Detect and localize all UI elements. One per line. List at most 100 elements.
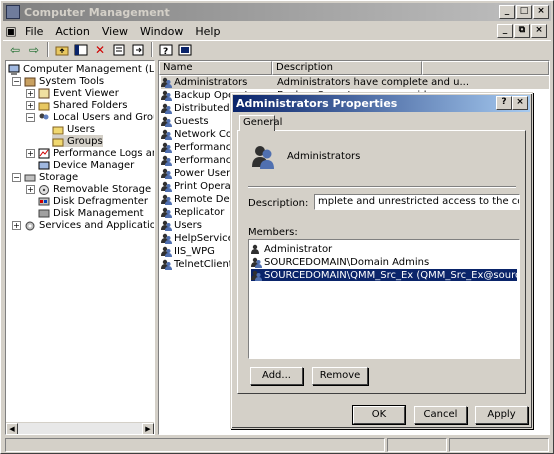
menu-help[interactable]: Help	[189, 25, 226, 38]
maximize-button[interactable]: □	[516, 5, 532, 19]
row-name: Guests	[174, 116, 209, 127]
dialog-help-button[interactable]: ?	[496, 96, 512, 110]
expand-toggle[interactable]: +	[26, 88, 35, 98]
dialog-close-button[interactable]: ×	[512, 96, 528, 110]
dialog-title-bar[interactable]: Administrators Properties ? ×	[233, 95, 530, 112]
tree-item-users[interactable]: Users	[52, 123, 95, 135]
row-name: Users	[174, 220, 203, 231]
tree-item-root[interactable]: Computer Management (Local)	[8, 63, 154, 75]
storage-icon	[24, 172, 36, 183]
computer-icon	[8, 64, 20, 75]
description-field[interactable]: mplete and unrestricted access to the co…	[314, 194, 520, 210]
group-icon	[161, 129, 172, 140]
show-hide-tree-icon[interactable]	[73, 42, 89, 57]
tree-item-disk-defrag[interactable]: Disk Defragmenter	[38, 195, 148, 207]
description-label: Description:	[248, 198, 309, 209]
members-list[interactable]: Administrator SOURCEDOMAIN\Domain Admins S…	[248, 239, 520, 359]
users-groups-icon	[38, 112, 50, 123]
tree-item-services-apps[interactable]: + Services and Applications	[12, 219, 155, 231]
close-button[interactable]: ×	[533, 5, 549, 19]
toolbar: ⇦ ⇨ ✕ ?	[3, 40, 551, 58]
help-icon[interactable]: ?	[158, 42, 174, 57]
app-menu-icon[interactable]: ▣	[3, 24, 19, 39]
member-item[interactable]: SOURCEDOMAIN\Domain Admins	[251, 256, 517, 268]
ok-button[interactable]: OK	[352, 405, 406, 425]
tree-item-system-tools[interactable]: − System Tools	[12, 75, 104, 87]
collapse-toggle[interactable]: −	[12, 172, 21, 182]
shared-folder-icon	[38, 100, 50, 111]
expand-toggle[interactable]: +	[26, 148, 35, 158]
tree-item-storage[interactable]: − Storage	[12, 171, 78, 183]
mdi-restore-button[interactable]: ⧉	[514, 24, 530, 38]
column-header-description[interactable]: Description	[272, 61, 422, 75]
add-button[interactable]: Add...	[250, 367, 303, 385]
tree-item-label: System Tools	[39, 75, 105, 87]
tree-item-label: Device Manager	[53, 159, 135, 171]
properties-icon[interactable]	[111, 42, 127, 57]
collapse-toggle[interactable]: −	[12, 76, 21, 86]
group-icon	[161, 168, 172, 179]
event-viewer-icon	[38, 88, 50, 99]
cancel-button[interactable]: Cancel	[414, 406, 467, 424]
tree-item-label: Groups	[67, 135, 103, 147]
delete-icon[interactable]: ✕	[92, 42, 108, 57]
main-title-bar[interactable]: Computer Management _ □ ×	[3, 3, 551, 21]
group-icon	[161, 90, 172, 101]
tree-item-local-users-groups[interactable]: − Local Users and Groups	[26, 111, 154, 123]
row-name: TelnetClients	[174, 259, 238, 270]
tree-horizontal-scrollbar[interactable]: ◀ ▶	[6, 422, 154, 434]
folder-icon	[52, 136, 64, 147]
tree-item-groups[interactable]: Groups	[52, 135, 103, 147]
general-tab-panel: Administrators Description: mplete and u…	[237, 130, 526, 394]
forward-arrow-icon[interactable]: ⇨	[26, 42, 42, 57]
group-icon	[161, 194, 172, 205]
folder-icon	[52, 124, 64, 135]
up-folder-icon[interactable]	[54, 42, 70, 57]
tree-item-shared-folders[interactable]: + Shared Folders	[26, 99, 128, 111]
tab-general[interactable]: General	[239, 115, 282, 131]
disk-management-icon	[38, 208, 50, 219]
row-name: Power Users	[174, 168, 236, 179]
tree-item-perf-logs[interactable]: + Performance Logs and Alerts	[26, 147, 154, 159]
member-item[interactable]: SOURCEDOMAIN\QMM_Src_Ex (QMM_Src_Ex@sour…	[251, 269, 517, 281]
table-row[interactable]: Administrators Administrators have comple…	[161, 76, 549, 89]
expand-toggle[interactable]: +	[26, 100, 35, 110]
collapse-toggle[interactable]: −	[26, 112, 35, 122]
window-title: Computer Management	[24, 5, 170, 19]
row-name: Administrators	[174, 77, 248, 88]
menu-bar: ▣ File Action View Window Help _ ⧉ ×	[3, 22, 551, 40]
tree-item-label: Shared Folders	[53, 99, 128, 111]
back-arrow-icon[interactable]: ⇦	[7, 42, 23, 57]
member-item[interactable]: Administrator	[251, 243, 517, 255]
tree-item-label: Services and Applications	[39, 219, 155, 231]
tree-item-disk-management[interactable]: Disk Management	[38, 207, 144, 219]
menu-view[interactable]: View	[96, 25, 134, 38]
console-icon[interactable]	[177, 42, 193, 57]
minimize-button[interactable]: _	[499, 5, 515, 19]
tree-item-device-manager[interactable]: Device Manager	[38, 159, 134, 171]
tree-item-removable-storage[interactable]: + Removable Storage	[26, 183, 151, 195]
remove-button[interactable]: Remove	[312, 367, 368, 385]
scroll-right-arrow-icon[interactable]: ▶	[142, 423, 154, 434]
apply-button[interactable]: Apply	[475, 406, 528, 424]
group-icon	[161, 207, 172, 218]
tree-item-label: Removable Storage	[53, 183, 152, 195]
column-header-name[interactable]: Name	[159, 61, 272, 75]
scroll-left-arrow-icon[interactable]: ◀	[6, 423, 18, 434]
menu-action[interactable]: Action	[49, 25, 95, 38]
export-list-icon[interactable]	[130, 42, 146, 57]
member-name: Administrator	[264, 243, 333, 255]
tree-item-event-viewer[interactable]: + Event Viewer	[26, 87, 119, 99]
mdi-close-button[interactable]: ×	[531, 24, 547, 38]
services-icon	[24, 220, 36, 231]
expand-toggle[interactable]: +	[26, 184, 35, 194]
column-header-filler	[422, 61, 549, 75]
menu-file[interactable]: File	[19, 25, 49, 38]
status-bar	[5, 438, 549, 452]
expand-toggle[interactable]: +	[12, 220, 21, 230]
menu-window[interactable]: Window	[134, 25, 189, 38]
mdi-minimize-button[interactable]: _	[497, 24, 513, 38]
group-icon	[161, 181, 172, 192]
status-cell	[5, 438, 385, 452]
tree-item-label: Storage	[39, 171, 79, 183]
